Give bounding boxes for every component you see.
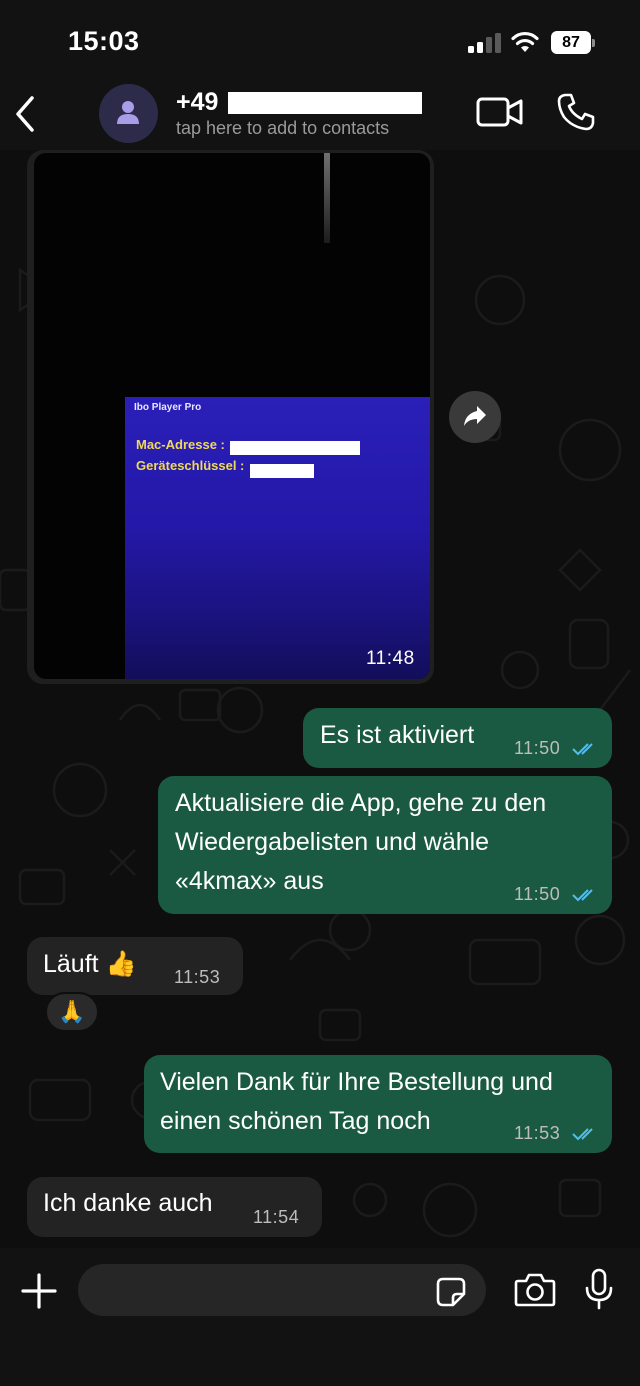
signal-icon xyxy=(468,33,501,53)
message-text: Es ist aktiviert xyxy=(320,721,475,749)
reaction-badge[interactable]: 🙏 xyxy=(45,992,99,1032)
avatar[interactable] xyxy=(99,84,158,143)
battery-icon: 87 xyxy=(551,31,595,54)
contact-subtitle[interactable]: tap here to add to contacts xyxy=(176,118,389,139)
incoming-message[interactable]: Ich danke auch 11:54 xyxy=(27,1177,322,1237)
message-time: 11:50 xyxy=(514,884,561,904)
contact-name[interactable]: +49 xyxy=(176,88,218,117)
tv-key-label: Geräteschlüssel : xyxy=(136,458,245,473)
message-input[interactable] xyxy=(78,1264,486,1316)
outgoing-message[interactable]: Aktualisiere die App, gehe zu den Wieder… xyxy=(158,776,612,914)
read-ticks-icon xyxy=(572,1128,593,1141)
incoming-message[interactable]: Läuft 👍 11:53 xyxy=(27,937,243,995)
forward-arrow-icon xyxy=(464,406,486,426)
video-call-icon[interactable] xyxy=(476,96,524,128)
phone-icon[interactable] xyxy=(556,92,596,132)
input-bar xyxy=(0,1248,640,1386)
message-text: Ich danke auch xyxy=(43,1189,213,1217)
message-text: Läuft 👍 xyxy=(43,950,137,978)
sticker-icon[interactable] xyxy=(435,1276,467,1308)
chat-header: +49 tap here to add to contacts xyxy=(0,84,640,150)
status-time: 15:03 xyxy=(68,26,140,56)
read-ticks-icon xyxy=(572,743,593,756)
plus-icon[interactable] xyxy=(20,1272,58,1310)
message-text: Wiedergabelisten und wähle xyxy=(175,828,490,856)
microphone-icon[interactable] xyxy=(584,1268,614,1310)
message-time: 11:50 xyxy=(514,738,561,758)
outgoing-message[interactable]: Vielen Dank für Ihre Bestellung und eine… xyxy=(144,1055,612,1153)
message-time: 11:53 xyxy=(514,1123,561,1143)
status-bar: 15:03 87 xyxy=(0,0,640,84)
wifi-icon xyxy=(511,31,539,52)
redaction-box xyxy=(250,464,314,478)
redaction-box xyxy=(230,441,360,455)
message-time: 11:54 xyxy=(253,1207,300,1227)
forward-button[interactable] xyxy=(449,391,501,443)
message-text: Aktualisiere die App, gehe zu den xyxy=(175,789,547,817)
tv-app-name: Ibo Player Pro xyxy=(134,402,202,413)
camera-icon[interactable] xyxy=(514,1272,556,1308)
message-text: Vielen Dank für Ihre Bestellung und xyxy=(160,1068,553,1096)
back-chevron-icon[interactable] xyxy=(8,92,48,136)
person-icon xyxy=(117,101,139,124)
message-time: 11:48 xyxy=(366,648,415,669)
tv-mac-label: Mac-Adresse : xyxy=(136,437,225,452)
message-text: «4kmax» aus xyxy=(175,867,324,895)
read-ticks-icon xyxy=(572,889,593,902)
chat-area[interactable]: Ibo Player Pro Mac-Adresse : Geräteschlü… xyxy=(0,150,640,1248)
message-time: 11:53 xyxy=(174,967,221,987)
battery-level: 87 xyxy=(551,31,591,54)
tv-photo[interactable]: Ibo Player Pro Mac-Adresse : Geräteschlü… xyxy=(34,153,430,679)
redaction-box xyxy=(228,92,422,114)
outgoing-message[interactable]: Es ist aktiviert 11:50 xyxy=(303,708,612,768)
message-text: einen schönen Tag noch xyxy=(160,1107,431,1135)
